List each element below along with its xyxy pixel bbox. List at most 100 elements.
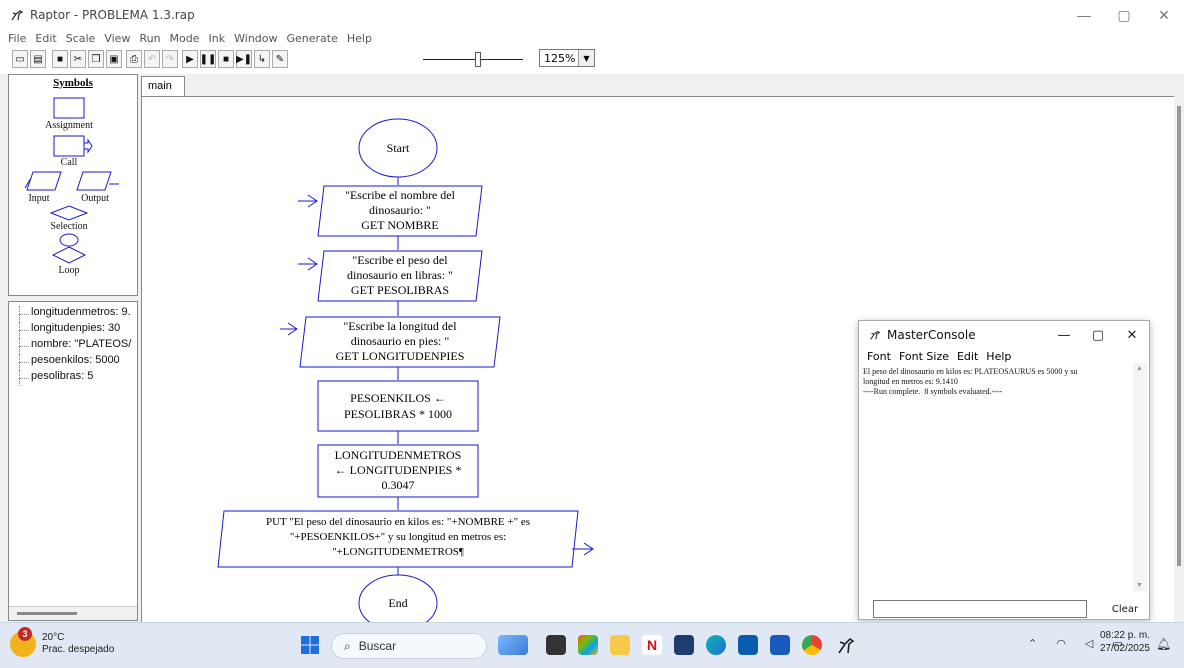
menu-view[interactable]: View [104,32,130,45]
netflix-icon[interactable]: N [642,635,662,655]
widgets-icon[interactable] [498,635,528,655]
pause-icon[interactable]: ❚❚ [200,50,216,68]
console-title: MasterConsole [887,328,976,342]
taskbar-search[interactable]: ⌕ Buscar [331,633,487,659]
zoom-slider[interactable] [423,50,523,68]
file-explorer-icon[interactable] [610,635,630,655]
menu-mode[interactable]: Mode [170,32,200,45]
cut-icon[interactable]: ✂ [70,50,86,68]
console-menu-help[interactable]: Help [986,350,1011,363]
weather-widget[interactable]: 3 20°C Prac. despejado [10,627,115,657]
console-menu-font-size[interactable]: Font Size [899,350,949,363]
variable-item[interactable]: pesolibras: 5 [9,370,137,386]
console-line: longitud en metros es: 9.1410 [863,377,958,386]
assignment-symbol[interactable] [53,97,85,119]
raptor-taskbar-icon[interactable] [836,635,856,655]
title-bar: Raptor - PROBLEMA 1.3.rap — ▢ ✕ [0,0,1184,30]
clear-button[interactable]: Clear [1105,600,1145,618]
undo-icon[interactable]: ↶ [144,50,160,68]
photos-icon[interactable] [674,635,694,655]
search-placeholder: Buscar [358,639,397,653]
variable-item[interactable]: longitudenmetros: 9. [9,306,137,322]
loop-symbol[interactable] [49,233,89,267]
input-arrow-icon [298,257,318,271]
output-symbol[interactable] [75,170,121,192]
paste-icon[interactable]: ▣ [106,50,122,68]
windows-start-icon[interactable] [300,635,320,655]
redo-icon[interactable]: ↷ [162,50,178,68]
task-view-icon[interactable] [546,635,566,655]
console-close-button[interactable]: ✕ [1115,321,1149,349]
close-button[interactable]: ✕ [1144,0,1184,30]
chrome-icon[interactable] [802,635,822,655]
variable-item[interactable]: nombre: "PLATEOS/ [9,338,137,354]
zoom-slider-thumb[interactable] [475,52,481,67]
weather-condition: Prac. despejado [42,644,115,655]
maximize-button[interactable]: ▢ [1104,0,1144,30]
search-icon: ⌕ [344,638,351,653]
pen-icon[interactable]: ✎ [272,50,288,68]
step-into-icon[interactable]: ↳ [254,50,270,68]
word-icon[interactable] [770,635,790,655]
output-line2: "+PESOENKILOS+" y su longitud en metros … [290,531,506,543]
scroll-down-icon[interactable]: ▼ [1136,582,1143,589]
variables-hscrollbar[interactable] [9,606,137,620]
console-output[interactable]: El peso del dinosaurio en kilos es: PLAT… [861,367,1131,589]
clock[interactable]: 08:22 p. m. 27/02/2025 [1088,629,1150,655]
chevron-down-icon[interactable]: ▼ [578,50,594,66]
input-arrow-icon [298,194,318,208]
copy-icon[interactable]: ❐ [88,50,104,68]
console-input[interactable] [873,600,1087,618]
notification-bell-icon[interactable]: 🔔︎ [1156,637,1171,651]
menu-edit[interactable]: Edit [35,32,56,45]
window-title: Raptor - PROBLEMA 1.3.rap [30,8,195,22]
loop-label: Loop [58,265,80,276]
variables-panel: longitudenmetros: 9. longitudenpies: 30 … [8,301,138,621]
menu-scale[interactable]: Scale [66,32,96,45]
console-menu-edit[interactable]: Edit [957,350,978,363]
tab-main[interactable]: main [141,76,185,96]
input1-line3: GET NOMBRE [361,218,438,232]
call-label: Call [60,157,78,168]
master-console-window: MasterConsole — ▢ ✕ Font Font Size Edit … [858,320,1150,620]
scroll-up-icon[interactable]: ▲ [1136,365,1143,372]
selection-symbol[interactable] [49,205,89,221]
menu-generate[interactable]: Generate [287,32,338,45]
menu-window[interactable]: Window [234,32,277,45]
menu-help[interactable]: Help [347,32,372,45]
zoom-value: 125% [544,51,576,65]
console-title-bar: MasterConsole — ▢ ✕ [859,321,1149,349]
call-symbol[interactable] [53,135,93,157]
edge-icon[interactable] [706,635,726,655]
symbols-panel: Symbols Assignment Call Input Output Sel… [8,74,138,296]
console-scrollbar[interactable]: ▲ ▼ [1133,363,1147,591]
variable-item[interactable]: longitudenpies: 30 [9,322,137,338]
input-symbol[interactable] [23,170,63,192]
new-file-icon[interactable]: ▭ [12,50,28,68]
console-menu-font[interactable]: Font [867,350,891,363]
menu-run[interactable]: Run [139,32,160,45]
end-label: End [388,596,407,610]
print-icon[interactable]: ⎙ [126,50,142,68]
save-icon[interactable]: ■ [52,50,68,68]
variable-item[interactable]: pesoenkilos: 5000 [9,354,137,370]
console-maximize-button[interactable]: ▢ [1081,321,1115,349]
copilot-icon[interactable] [578,635,598,655]
canvas-vscrollbar[interactable] [1174,96,1184,622]
minimize-button[interactable]: — [1064,0,1104,30]
zoom-select[interactable]: 125% ▼ [539,49,595,67]
step-icon[interactable]: ▶❚ [236,50,252,68]
store-icon[interactable] [738,635,758,655]
menu-file[interactable]: File [8,32,26,45]
stop-icon[interactable]: ■ [218,50,234,68]
output-label: Output [81,193,109,204]
assignment-kilos[interactable] [317,380,479,432]
console-minimize-button[interactable]: — [1047,321,1081,349]
menu-ink[interactable]: Ink [209,32,226,45]
run-icon[interactable]: ▶ [182,50,198,68]
input1-line1: "Escribe el nombre del [345,188,456,202]
assign2-line1: LONGITUDENMETROS [335,448,462,462]
weather-temperature: 20°C [42,632,65,643]
open-folder-icon[interactable]: ▤ [30,50,46,68]
input3-line3: GET LONGITUDENPIES [336,349,465,363]
